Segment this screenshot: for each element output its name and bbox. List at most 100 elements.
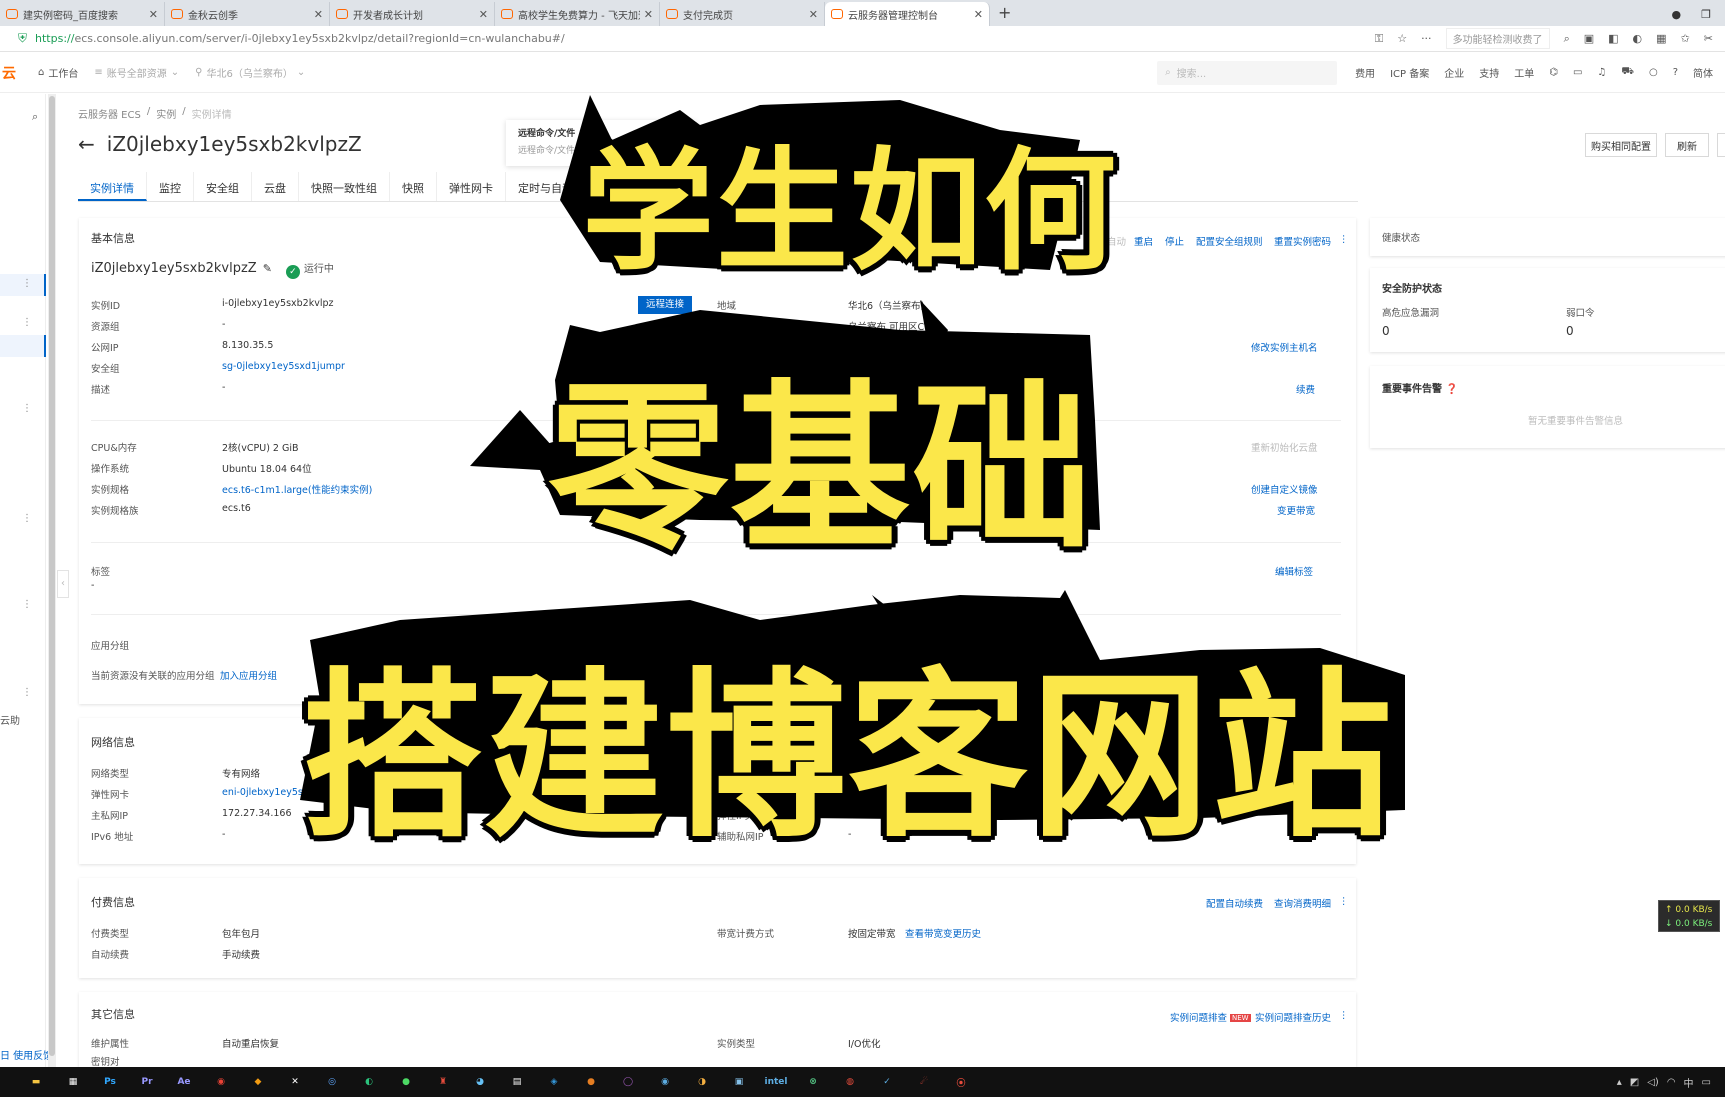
xbox-icon[interactable]: ⊗ (799, 1070, 827, 1094)
sidebar-item-selected[interactable] (0, 335, 46, 357)
tab-security-group[interactable]: 安全组 (194, 172, 252, 201)
edge-icon[interactable]: ◐ (355, 1070, 383, 1094)
back-arrow-icon[interactable]: ← (78, 132, 95, 156)
app-icon[interactable]: ◉ (651, 1070, 679, 1094)
more-dots-icon[interactable]: ⋮ (22, 278, 32, 289)
nav-link-billing[interactable]: 费用 (1355, 65, 1375, 80)
urgent-vuln-count[interactable]: 0 (1382, 324, 1390, 338)
action-auto[interactable]: 自动 (1107, 234, 1126, 248)
cart-icon[interactable]: ⛟ (1621, 66, 1634, 79)
wechat-icon[interactable]: ● (392, 1070, 420, 1094)
language-select[interactable]: 简体 (1693, 65, 1713, 80)
restore-window-icon[interactable]: ❐ (1701, 8, 1711, 21)
tab-close-icon[interactable]: ✕ (479, 8, 488, 21)
tab-close-icon[interactable]: ✕ (974, 8, 983, 21)
browser-tab-active[interactable]: 云服务器管理控制台 ✕ (825, 2, 990, 26)
nav-link-icp[interactable]: ICP 备案 (1390, 65, 1429, 80)
tray-icon[interactable]: ▴ (1617, 1077, 1622, 1088)
extension-icon[interactable]: ◧ (1608, 32, 1618, 45)
bulb-icon[interactable]: ○ (1649, 67, 1658, 78)
modify-hostname-link[interactable]: 修改实例主机名 (1251, 340, 1318, 354)
vswitch-link[interactable]: vsw-0 (848, 787, 876, 798)
input-language[interactable]: 中 (1684, 1075, 1694, 1090)
steam-icon[interactable]: ◕ (466, 1070, 494, 1094)
browser-tab[interactable]: 金秋云创季 ✕ (165, 2, 330, 26)
tab-eni[interactable]: 弹性网卡 (437, 172, 506, 201)
more-dots-icon[interactable]: ⋮ (1339, 1010, 1349, 1021)
app-icon[interactable]: ◈ (540, 1070, 568, 1094)
tools-icon[interactable]: ✂ (1704, 32, 1713, 45)
breadcrumb-ecs[interactable]: 云服务器 ECS (78, 106, 141, 121)
consumption-detail-link[interactable]: 查询消费明细 (1274, 896, 1331, 910)
more-icon[interactable]: ··· (1421, 32, 1432, 45)
app-icon[interactable]: ◯ (614, 1070, 642, 1094)
sidebar-search-icon[interactable]: ⌕ (32, 110, 38, 124)
browser-tab[interactable]: 支付完成页 ✕ (660, 2, 825, 26)
search-icon[interactable]: ⌕ (1564, 32, 1570, 46)
browser-tab[interactable]: 建实例密码_百度搜索 ✕ (0, 2, 165, 26)
more-dots-icon[interactable]: ⋮ (22, 687, 32, 698)
add-app-group-link[interactable]: 加入应用分组 (220, 668, 277, 682)
extension-hint[interactable]: 多功能轻检测收费了 (1445, 28, 1550, 49)
action-reset-password[interactable]: 重置实例密码 (1274, 234, 1331, 248)
file-explorer-icon[interactable]: ▬ (22, 1070, 50, 1094)
help-icon[interactable]: ? (1673, 67, 1678, 78)
tab-snapshot[interactable]: 快照 (390, 172, 437, 201)
breadcrumb-instances[interactable]: 实例 (156, 106, 176, 121)
help-icon[interactable]: ❓ (1445, 384, 1457, 395)
vpc-link[interactable]: vpc-0 (848, 766, 874, 777)
instance-type-link[interactable]: ecs.t6-c1m1.large(性能约束实例) (222, 482, 372, 496)
more-dots-icon[interactable]: ⋮ (22, 317, 32, 328)
resource-group-select[interactable]: ≡ 账号全部资源 ⌄ (94, 65, 179, 80)
new-tab-button[interactable]: + (990, 2, 1019, 26)
profile-icon[interactable]: ● (1672, 8, 1682, 21)
intel-icon[interactable]: intel (762, 1070, 790, 1094)
app-icon[interactable]: ◍ (836, 1070, 864, 1094)
url-field[interactable]: https://ecs.console.aliyun.com/server/i-… (35, 32, 565, 45)
app-icon[interactable]: ◎ (318, 1070, 346, 1094)
tab-close-icon[interactable]: ✕ (149, 8, 158, 21)
more-dots-icon[interactable]: ⋮ (22, 513, 32, 524)
feedback-link[interactable]: 日 使用反馈 (0, 1047, 53, 1062)
auto-renew-config-link[interactable]: 配置自动续费 (1206, 896, 1263, 910)
terminal-icon[interactable]: ▭ (1573, 67, 1582, 78)
nav-link-support[interactable]: 支持 (1479, 65, 1499, 80)
buy-same-config-button[interactable]: 购买相同配置 (1585, 133, 1657, 157)
photoshop-icon[interactable]: Ps (96, 1070, 124, 1094)
tab-close-icon[interactable]: ✕ (809, 8, 818, 21)
weak-password-count[interactable]: 0 (1566, 324, 1574, 338)
workbench-link[interactable]: ⌂ 工作台 (38, 65, 78, 80)
app-icon[interactable]: ♜ (429, 1070, 457, 1094)
nav-link-enterprise[interactable]: 企业 (1444, 65, 1464, 80)
action-config-sg-rules[interactable]: 配置安全组规则 (1196, 234, 1263, 248)
premiere-icon[interactable]: Pr (133, 1070, 161, 1094)
tab-instance-detail[interactable]: 实例详情 (78, 172, 147, 201)
apps-grid-icon[interactable]: ▦ (1656, 32, 1666, 45)
key-icon[interactable]: ⚿ (1375, 32, 1383, 46)
app-icon[interactable]: ▤ (503, 1070, 531, 1094)
more-dots-icon[interactable]: ⋮ (1339, 896, 1349, 907)
action-stop[interactable]: 停止 (1165, 234, 1184, 248)
troubleshoot-link[interactable]: 实例问题排查 NEW (1170, 1010, 1251, 1024)
recorder-icon[interactable]: ⦿ (947, 1070, 975, 1094)
tab-monitor[interactable]: 监控 (147, 172, 194, 201)
app-icon[interactable]: ☄ (910, 1070, 938, 1094)
bell-icon[interactable]: ♫ (1597, 67, 1606, 78)
calculator-icon[interactable]: ▦ (59, 1070, 87, 1094)
more-dots-icon[interactable]: ⋮ (22, 599, 32, 610)
eni-link[interactable]: eni-0jlebxy1ey5sx (222, 787, 309, 798)
bandwidth-history-link[interactable]: 查看带宽变更历史 (905, 926, 981, 940)
star-icon[interactable]: ☆ (1397, 32, 1407, 45)
app-icon[interactable]: ◆ (244, 1070, 272, 1094)
security-group-link[interactable]: sg-0jlebxy1ey5sxd1jumpr (222, 361, 345, 372)
edit-tags-link[interactable]: 编辑标签 (1275, 564, 1313, 578)
more-dots-icon[interactable]: ⋮ (22, 403, 32, 414)
tab-automation[interactable]: 定时与自动化任务 (506, 172, 619, 201)
reinit-disk-link[interactable]: 重新初始化云盘 (1251, 440, 1318, 454)
nav-link-ticket[interactable]: 工单 (1514, 65, 1534, 80)
favorites-icon[interactable]: ✩ (1681, 32, 1690, 45)
troubleshoot-history-link[interactable]: 实例问题排查历史 (1255, 1010, 1331, 1024)
action-restart[interactable]: 重启 (1134, 234, 1153, 248)
tab-close-icon[interactable]: ✕ (314, 8, 323, 21)
edit-pencil-icon[interactable]: ✎ (263, 262, 272, 275)
